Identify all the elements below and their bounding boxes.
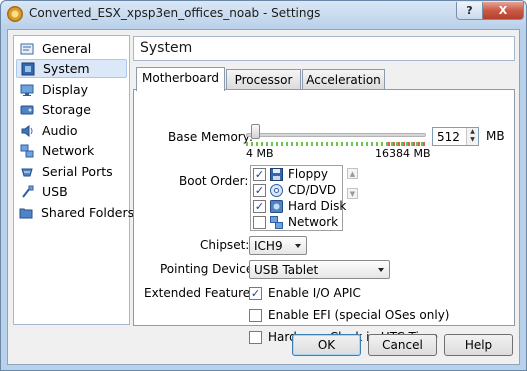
boot-item-network[interactable]: Network — [253, 214, 338, 230]
boot-item-label: Network — [288, 215, 339, 229]
base-memory-slider-track[interactable] — [246, 133, 426, 137]
feature-label: Enable I/O APIC — [268, 286, 361, 300]
efi-checkbox[interactable] — [249, 308, 262, 322]
boot-cd-dvd-checkbox[interactable] — [253, 183, 266, 197]
cd-dvd-icon — [270, 183, 283, 197]
sidebar-item-shared-folders[interactable]: Shared Folders — [16, 203, 134, 222]
sidebar-item-display[interactable]: Display — [16, 80, 127, 99]
storage-icon — [19, 102, 34, 117]
base-memory-label: Base Memory: — [168, 130, 254, 144]
boot-item-floppy[interactable]: Floppy — [253, 166, 328, 182]
move-down-button[interactable]: ▼ — [347, 188, 358, 199]
window-title: Converted_ESX_xpsp3en_offices_noab - Set… — [29, 6, 321, 20]
boot-network-checkbox[interactable] — [253, 215, 266, 229]
base-memory-spinbox[interactable]: 512 ▲ ▼ — [432, 127, 479, 146]
chipset-select[interactable]: ICH9 — [249, 236, 307, 255]
sidebar-item-label: USB — [42, 184, 68, 199]
cancel-button[interactable]: Cancel — [368, 334, 437, 356]
motherboard-panel: Base Memory: 4 MB 16384 MB 512 ▲ ▼ MB Boo… — [133, 89, 515, 344]
memory-max-label: 16384 MB — [375, 147, 431, 160]
settings-sidebar: General System Display Storage Audio Net… — [13, 35, 134, 325]
sidebar-item-label: Audio — [42, 123, 78, 138]
network-boot-icon — [270, 215, 283, 229]
utc-clock-checkbox[interactable] — [249, 330, 262, 344]
sidebar-item-general[interactable]: General — [16, 39, 127, 58]
page-title: System — [140, 40, 193, 56]
sidebar-item-label: General — [42, 41, 92, 56]
feature-io-apic[interactable]: Enable I/O APIC — [249, 286, 361, 300]
sidebar-item-label: Shared Folders — [41, 205, 135, 220]
pointing-device-value: USB Tablet — [254, 263, 319, 277]
chipset-value: ICH9 — [254, 239, 283, 253]
boot-item-label: CD/DVD — [288, 183, 337, 197]
io-apic-checkbox[interactable] — [249, 286, 262, 300]
ok-button[interactable]: OK — [292, 334, 361, 356]
base-memory-value: 512 — [437, 130, 460, 144]
feature-efi[interactable]: Enable EFI (special OSes only) — [249, 308, 449, 322]
dialog-body: General System Display Storage Audio Net… — [7, 29, 520, 365]
tab-processor[interactable]: Processor — [226, 69, 301, 90]
network-icon — [19, 143, 34, 158]
sidebar-item-audio[interactable]: Audio — [16, 121, 127, 140]
boot-item-cd-dvd[interactable]: CD/DVD — [253, 182, 336, 198]
move-up-button[interactable]: ▲ — [347, 168, 358, 179]
extended-features-label: Extended Features: — [144, 286, 261, 300]
boot-order-list: Floppy CD/DVD Hard Disk Network — [250, 165, 346, 231]
chevron-down-icon — [378, 268, 384, 272]
page-heading: System — [133, 36, 515, 61]
sidebar-item-storage[interactable]: Storage — [16, 100, 127, 119]
memory-unit-label: MB — [486, 129, 505, 143]
sidebar-item-label: System — [43, 61, 90, 76]
system-icon — [20, 61, 35, 76]
help-title-button[interactable]: ? — [456, 2, 483, 20]
general-icon — [19, 41, 34, 56]
hard-disk-icon — [270, 199, 283, 213]
serial-ports-icon — [19, 164, 34, 179]
sidebar-item-network[interactable]: Network — [16, 141, 127, 160]
sidebar-item-label: Storage — [42, 102, 91, 117]
boot-item-label: Hard Disk — [288, 199, 347, 213]
boot-floppy-checkbox[interactable] — [253, 167, 266, 181]
close-button[interactable]: X — [482, 2, 524, 20]
title-bar[interactable]: Converted_ESX_xpsp3en_offices_noab - Set… — [1, 1, 526, 27]
shared-folders-icon — [19, 205, 33, 220]
memory-scale-warning — [388, 142, 426, 146]
boot-hard-disk-checkbox[interactable] — [253, 199, 266, 213]
base-memory-slider-thumb[interactable] — [251, 124, 260, 139]
floppy-icon — [270, 167, 283, 181]
spin-arrows-icon[interactable]: ▲ ▼ — [466, 128, 478, 145]
tab-motherboard[interactable]: Motherboard — [136, 67, 225, 91]
settings-window: Converted_ESX_xpsp3en_offices_noab - Set… — [0, 0, 527, 371]
display-icon — [19, 82, 34, 97]
chevron-down-icon — [295, 244, 301, 248]
memory-min-label: 4 MB — [246, 147, 274, 160]
virtualbox-app-icon — [7, 6, 23, 22]
sidebar-item-usb[interactable]: USB — [16, 182, 127, 201]
pointing-device-label: Pointing Device: — [160, 262, 258, 276]
feature-label: Enable EFI (special OSes only) — [268, 308, 450, 322]
usb-icon — [19, 184, 34, 199]
sidebar-item-serial-ports[interactable]: Serial Ports — [16, 162, 127, 181]
audio-icon — [19, 123, 34, 138]
sidebar-item-label: Display — [42, 82, 89, 97]
sidebar-item-system[interactable]: System — [16, 59, 127, 78]
boot-item-label: Floppy — [288, 167, 328, 181]
help-button[interactable]: Help — [444, 334, 513, 356]
sidebar-item-label: Serial Ports — [42, 164, 113, 179]
tab-acceleration[interactable]: Acceleration — [302, 69, 385, 90]
sidebar-item-label: Network — [42, 143, 95, 158]
boot-item-hard-disk[interactable]: Hard Disk — [253, 198, 346, 214]
pointing-device-select[interactable]: USB Tablet — [249, 260, 390, 279]
chipset-label: Chipset: — [200, 238, 250, 252]
boot-order-label: Boot Order: — [179, 174, 249, 188]
